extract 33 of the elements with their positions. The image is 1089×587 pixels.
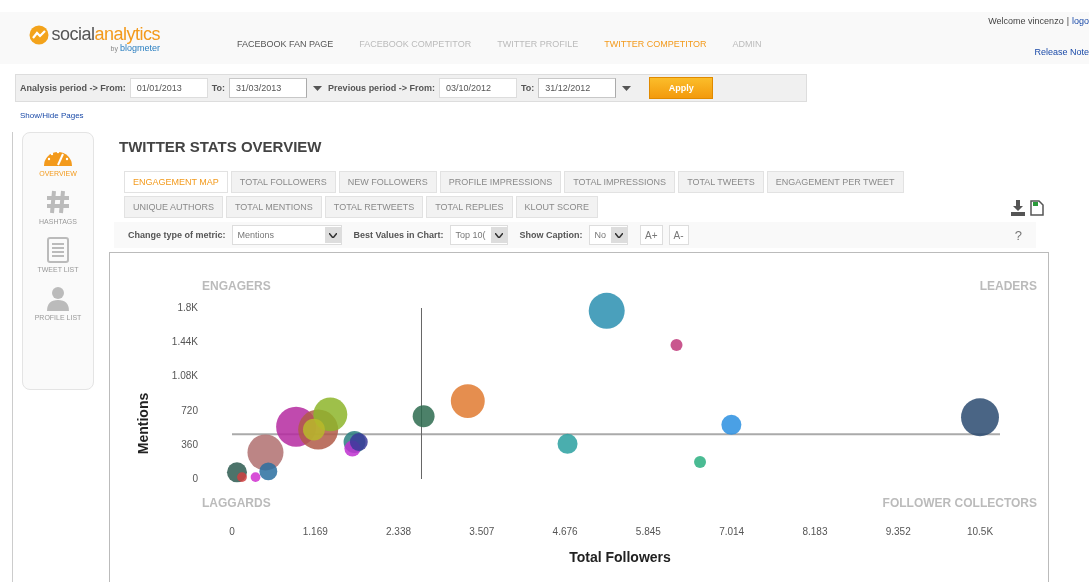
y-tick-label: 720 [181,404,198,416]
welcome-text: Welcome vincenzo [988,16,1064,26]
quadrant-label: LAGGARDS [202,496,271,510]
page-title: TWITTER STATS OVERVIEW [119,138,323,155]
y-tick-label: 360 [181,438,198,450]
quadrant-label: ENGAGERS [202,279,271,293]
field-label: Analysis period -> From: [20,83,126,93]
x-tick-label: 9.352 [885,526,911,537]
x-tick-label: 3.507 [469,526,495,537]
x-axis-title: Total Followers [569,549,671,565]
x-tick-label: 2.338 [386,526,412,537]
quadrant-label: FOLLOWER COLLECTORS [882,496,1037,510]
field-label: Previous period -> From: [328,83,435,93]
x-tick-label: 0 [229,526,235,537]
x-tick-label: 1.169 [302,526,328,537]
x-tick-label: 4.676 [552,526,578,537]
y-tick-label: 1.44K [171,336,198,348]
quadrant-label: LEADERS [979,279,1037,293]
metric-label: Change type of metric: [128,230,226,240]
x-tick-label: 7.014 [719,526,745,537]
field-label: To: [211,83,226,93]
show-caption-label: Show Caption: [519,230,583,240]
x-tick-label: 5.845 [635,526,661,537]
x-tick-label: 8.183 [802,526,828,537]
logo-text: socialanalytics [51,24,160,45]
field-label: To: [520,83,535,93]
separator-text: | [1066,16,1069,26]
y-axis-title: Mentions [135,392,151,455]
y-tick-label: 0 [192,473,198,484]
y-tick-label: 1.08K [171,370,198,382]
best-values-label: Best Values in Chart: [353,230,444,240]
y-tick-label: 1.8K [177,302,198,313]
x-tick-label: 10.5K [966,526,994,537]
